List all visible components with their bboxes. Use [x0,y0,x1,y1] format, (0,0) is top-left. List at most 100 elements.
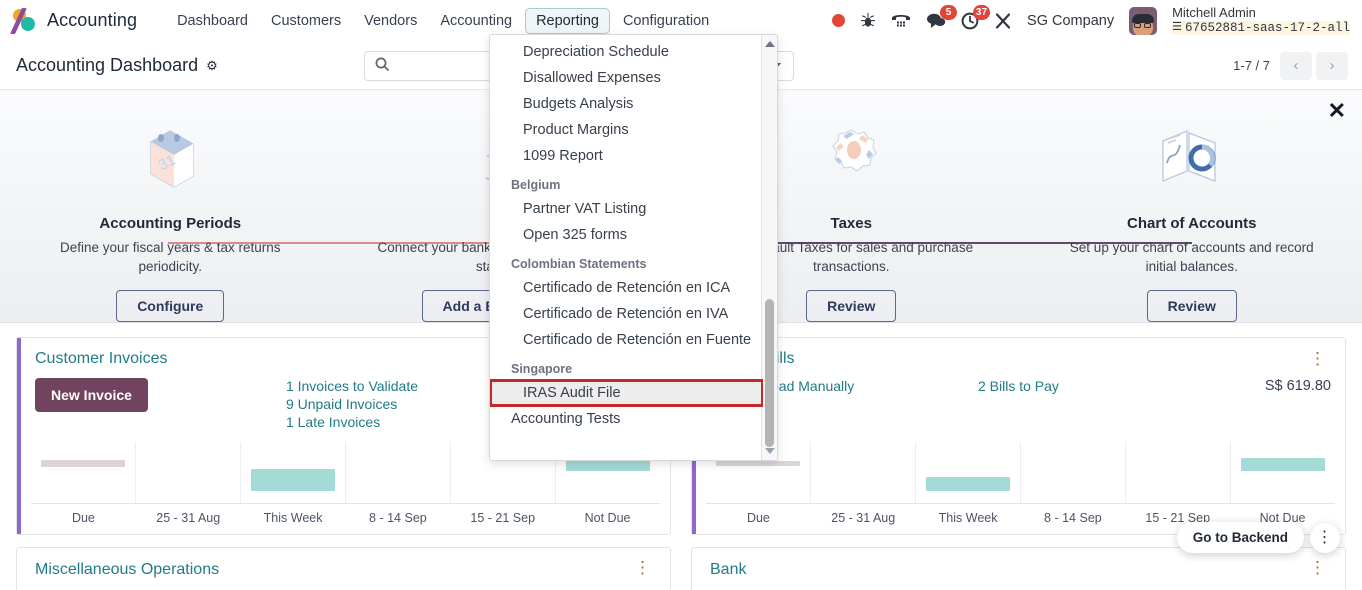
dropdown-item-depreciation-schedule[interactable]: Depreciation Schedule [490,39,763,65]
review-taxes-button[interactable]: Review [806,290,897,322]
go-to-backend-button[interactable]: Go to Backend [1176,522,1304,553]
graph-col [31,442,136,503]
onboarding-desc: Define your fiscal years & tax returns p… [59,239,281,275]
pager-count: 1-7 / 7 [1233,58,1270,73]
onboarding-step-chart-of-accounts: Chart of Accounts Set up your chart of a… [1022,90,1362,322]
menu-accounting[interactable]: Accounting [430,9,522,33]
onboarding-desc: Set up your chart of accounts and record… [1069,239,1314,275]
record-dot-icon[interactable] [832,14,846,27]
close-icon[interactable]: ✕ [1328,100,1346,122]
messages-badge: 5 [940,5,958,20]
dropdown-item-certificado-iva[interactable]: Certificado de Retención en IVA [490,301,763,327]
onboarding-title: Taxes [830,214,872,232]
graph-col [136,442,241,503]
company-switcher[interactable]: SG Company [1027,13,1114,29]
dropdown-item-product-margins[interactable]: Product Margins [490,117,763,143]
phone-dialpad-icon[interactable] [891,13,911,29]
dropdown-item-1099-report[interactable]: 1099 Report [490,143,763,169]
kebab-menu-icon[interactable]: ⋮ [1310,522,1340,553]
database-icon: ☰ [1172,21,1182,34]
dropdown-item-accounting-tests[interactable]: Accounting Tests [490,406,763,432]
vendor-bills-card: Vendor Bills ⋮ Upload Manually 2 Bills t… [691,337,1346,535]
late-invoices-link[interactable]: 1 Late Invoices [286,414,380,430]
odoo-logo-icon [10,7,38,35]
graph-col [1021,442,1126,503]
user-name: Mitchell Admin [1172,4,1256,20]
dropdown-item-disallowed-expenses[interactable]: Disallowed Expenses [490,65,763,91]
review-coa-button[interactable]: Review [1146,290,1237,322]
app-brand[interactable]: Accounting [0,7,138,35]
taxes-gear-art-icon [811,120,891,199]
reporting-dropdown-menu: Depreciation Schedule Disallowed Expense… [489,34,778,461]
onboarding-title: Accounting Periods [99,214,242,232]
onboarding-step-accounting-periods: 31 Accounting Periods Define your fiscal… [0,90,341,322]
kebab-menu-icon[interactable]: ⋮ [630,559,656,576]
activities-badge: 37 [972,4,991,20]
dropdown-item-certificado-ica[interactable]: Certificado de Retención en ICA [490,275,763,301]
gear-icon[interactable]: ⚙ [206,58,218,74]
dropdown-scrollbar[interactable] [761,35,777,460]
app-name: Accounting [47,10,138,30]
dropdown-section-colombian-statements: Colombian Statements [511,257,647,271]
kebab-menu-icon[interactable]: ⋮ [1305,350,1331,367]
dropdown-section-belgium: Belgium [511,178,561,192]
bank-title[interactable]: Bank [710,561,746,579]
pager-previous-button[interactable]: ‹ [1280,51,1312,80]
graph-label: 8 - 14 Sep [369,511,427,525]
page-title: Accounting Dashboard [16,55,199,75]
avatar[interactable] [1129,6,1158,35]
activities-clock-icon[interactable]: 37 [961,4,991,30]
pager-next-button[interactable]: › [1316,51,1348,80]
user-menu[interactable]: Mitchell Admin ☰ 67652881-saas-17-2-all [1172,4,1350,36]
dropdown-item-iras-audit-file[interactable]: IRAS Audit File [490,379,763,407]
bills-to-pay-link[interactable]: 2 Bills to Pay [978,378,1059,394]
graph-label: 25 - 31 Aug [156,511,221,525]
graph-label: This Week [263,511,323,525]
graph-label: Due [746,511,770,525]
misc-operations-title[interactable]: Miscellaneous Operations [35,561,219,579]
graph-col [916,442,1021,503]
menu-configuration[interactable]: Configuration [613,9,719,33]
scrollbar-thumb[interactable] [765,299,774,447]
configure-button[interactable]: Configure [116,290,225,322]
vendor-bills-amount: S$ 619.80 [1264,378,1331,394]
new-invoice-button[interactable]: New Invoice [35,378,148,412]
graph-label: 8 - 14 Sep [1044,511,1102,525]
graph-label: Due [71,511,95,525]
navbar-systray: 5 37 SG Company Mitchell Admin ☰ 6765288… [832,4,1362,36]
graph-label: This Week [938,511,998,525]
graph-col [346,442,451,503]
bottom-cards-row: Miscellaneous Operations ⋮ Bank ⋮ [0,535,1362,590]
main-menu: Dashboard Customers Vendors Accounting R… [167,7,719,34]
calendar-art-icon: 31 [130,120,210,199]
messages-icon[interactable]: 5 [926,5,958,29]
pager: 1-7 / 7 ‹ › [1233,51,1362,80]
graph-col [811,442,916,503]
menu-customers[interactable]: Customers [261,9,351,33]
menu-reporting[interactable]: Reporting [525,7,610,34]
misc-operations-card: Miscellaneous Operations ⋮ [16,547,671,590]
graph-label: 15 - 21 Sep [470,511,536,525]
graph-label: Not Due [584,511,631,525]
menu-dashboard[interactable]: Dashboard [167,9,258,33]
dropdown-item-partner-vat-listing[interactable]: Partner VAT Listing [490,196,763,222]
dropdown-item-open-325-forms[interactable]: Open 325 forms [490,222,763,248]
customer-invoices-title[interactable]: Customer Invoices [35,350,168,368]
vendor-bills-graph [706,442,1335,504]
kebab-menu-icon[interactable]: ⋮ [1305,559,1331,576]
scroll-up-icon[interactable] [765,41,775,47]
search-icon [365,57,399,74]
user-database: ☰ 67652881-saas-17-2-all [1172,20,1350,36]
tools-icon[interactable] [994,12,1012,30]
menu-vendors[interactable]: Vendors [354,9,427,33]
graph-col [1231,442,1335,503]
scroll-down-icon[interactable] [765,448,775,454]
bug-icon[interactable] [860,12,876,29]
user-db-label: 67652881-saas-17-2-all [1184,20,1350,35]
invoices-to-validate-link[interactable]: 1 Invoices to Validate [286,378,418,394]
dropdown-item-certificado-fuente[interactable]: Certificado de Retención en Fuente [490,327,763,353]
unpaid-invoices-link[interactable]: 9 Unpaid Invoices [286,396,397,412]
dropdown-item-budgets-analysis[interactable]: Budgets Analysis [490,91,763,117]
dropdown-items: Depreciation Schedule Disallowed Expense… [490,35,763,460]
chart-of-accounts-art-icon [1152,120,1232,199]
